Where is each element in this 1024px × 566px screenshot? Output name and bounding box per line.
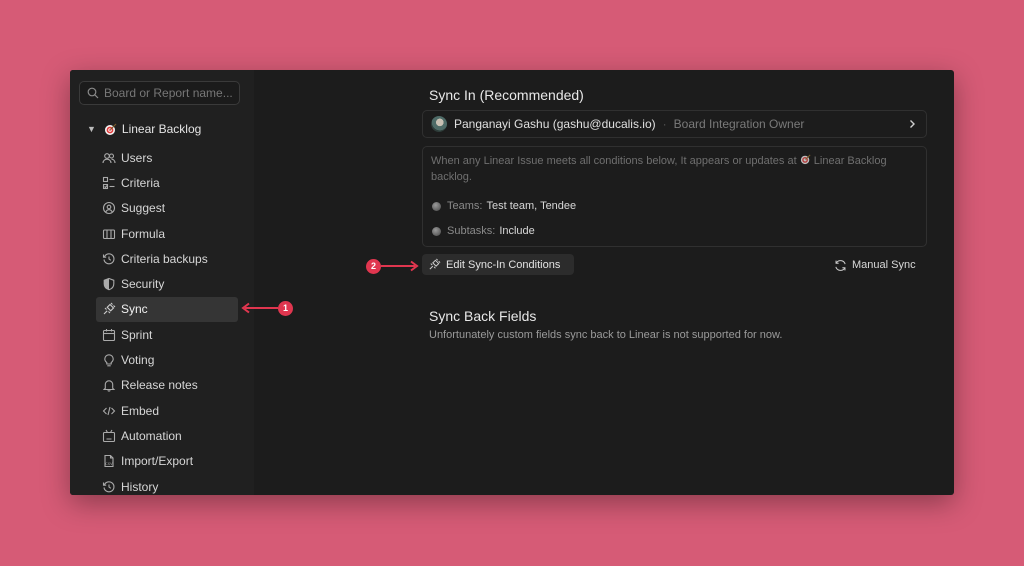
subtasks-value: Include	[499, 225, 535, 237]
teams-condition: Teams: Test team, Tendee	[432, 198, 576, 214]
sidebar-item-sync[interactable]: Sync	[96, 296, 238, 323]
search-input[interactable]	[104, 86, 234, 100]
step-badge: 2	[366, 258, 381, 274]
board-name: Linear Backlog	[121, 122, 202, 136]
teams-value: Test team, Tendee	[486, 200, 577, 212]
condition-dot-icon	[432, 226, 441, 236]
sidebar-item-label: Sync	[121, 302, 148, 317]
sidebar-item-label: Suggest	[121, 201, 166, 216]
annotation-step-1: 1	[240, 300, 293, 316]
formula-icon	[102, 228, 116, 239]
arrow-right-icon	[381, 260, 419, 272]
annotation-step-2: 2	[366, 258, 421, 274]
bulb-icon	[104, 354, 114, 367]
edit-sync-in-conditions-button[interactable]: Edit Sync-In Conditions	[422, 254, 574, 275]
sidebar-item-suggest[interactable]: Suggest	[96, 196, 238, 221]
bell-icon	[102, 380, 116, 392]
sidebar-item-label: Automation	[121, 428, 182, 443]
subtasks-condition: Subtasks: Include	[432, 223, 535, 239]
board-row[interactable]: ▼ Linear Backlog	[87, 120, 201, 138]
history-icon	[102, 253, 115, 265]
sidebar-item-label: Criteria backups	[121, 251, 208, 266]
search-box[interactable]	[79, 81, 240, 105]
manual-sync-button[interactable]: Manual Sync	[834, 256, 916, 274]
sidebar-item-label: Security	[121, 277, 165, 292]
sidebar-item-criteria-backups[interactable]: Criteria backups	[96, 246, 238, 271]
sidebar: ▼ Linear Backlog Users	[70, 70, 254, 495]
sync-in-conditions: When any Linear Issue meets all conditio…	[422, 146, 927, 247]
sidebar-item-embed[interactable]: Embed	[96, 398, 238, 423]
manual-sync-label: Manual Sync	[852, 259, 916, 271]
sidebar-item-users[interactable]: Users	[96, 145, 238, 170]
sidebar-item-formula[interactable]: Formula	[96, 221, 238, 246]
sidebar-item-security[interactable]: Security	[96, 271, 238, 296]
sidebar-item-label: Import/Export	[121, 454, 194, 469]
sidebar-item-label: History	[121, 479, 159, 494]
search-icon	[87, 87, 99, 99]
criteria-icon	[102, 176, 115, 189]
sync-back-description: Unfortunately custom fields sync back to…	[429, 329, 783, 341]
sidebar-item-label: Formula	[121, 226, 166, 241]
history-icon	[102, 480, 115, 492]
sidebar-item-sprint[interactable]: Sprint	[96, 322, 238, 347]
sidebar-item-voting[interactable]: Voting	[96, 347, 238, 372]
shield-icon	[103, 278, 115, 291]
condition-dot-icon	[432, 201, 441, 211]
target-icon	[800, 154, 811, 165]
csv-file-icon: CSV	[104, 455, 114, 468]
sidebar-item-release-notes[interactable]: Release notes	[96, 373, 238, 398]
sidebar-item-automation[interactable]: Automation	[96, 423, 238, 448]
sidebar-item-label: Embed	[121, 403, 160, 418]
code-icon	[102, 406, 116, 415]
svg-text:CSV: CSV	[105, 462, 113, 466]
users-icon	[102, 152, 116, 163]
avatar	[431, 116, 447, 132]
owner-role: Board Integration Owner	[673, 117, 805, 131]
robot-icon	[102, 429, 116, 442]
sidebar-item-label: Voting	[121, 353, 155, 368]
owner-name: Panganayi Gashu (gashu@ducalis.io)	[454, 117, 656, 131]
sidebar-item-label: Users	[121, 150, 153, 165]
sidebar-item-criteria[interactable]: Criteria	[96, 170, 238, 195]
calendar-icon	[102, 328, 116, 341]
sidebar-nav: Users Criteria Suggest Formula Criteria …	[96, 145, 238, 495]
sync-in-heading: Sync In (Recommended)	[429, 87, 584, 103]
conditions-description: When any Linear Issue meets all conditio…	[431, 154, 887, 183]
chevron-right-icon	[910, 120, 915, 128]
edit-button-label: Edit Sync-In Conditions	[446, 258, 561, 271]
subtasks-label: Subtasks:	[447, 225, 496, 237]
target-icon	[104, 123, 117, 136]
sidebar-item-label: Release notes	[121, 378, 198, 393]
plug-icon	[429, 258, 441, 270]
step-badge: 1	[278, 300, 293, 316]
plug-icon	[103, 303, 116, 315]
app-window: ▼ Linear Backlog Users	[70, 70, 954, 495]
sidebar-item-label: Criteria	[121, 175, 160, 190]
suggest-icon	[102, 202, 116, 215]
teams-label: Teams:	[447, 200, 483, 212]
caret-down-icon[interactable]: ▼	[87, 124, 96, 134]
refresh-icon	[835, 259, 846, 271]
owner-separator: ·	[662, 117, 667, 131]
integration-owner-row[interactable]: Panganayi Gashu (gashu@ducalis.io) · Boa…	[422, 110, 927, 138]
sync-back-heading: Sync Back Fields	[429, 308, 537, 324]
sidebar-item-import-export[interactable]: CSV Import/Export	[96, 449, 238, 474]
sidebar-item-label: Sprint	[121, 327, 153, 342]
arrow-left-icon	[241, 302, 278, 314]
main-content: Sync In (Recommended) Panganayi Gashu (g…	[254, 70, 954, 495]
sidebar-item-history[interactable]: History	[96, 474, 238, 495]
